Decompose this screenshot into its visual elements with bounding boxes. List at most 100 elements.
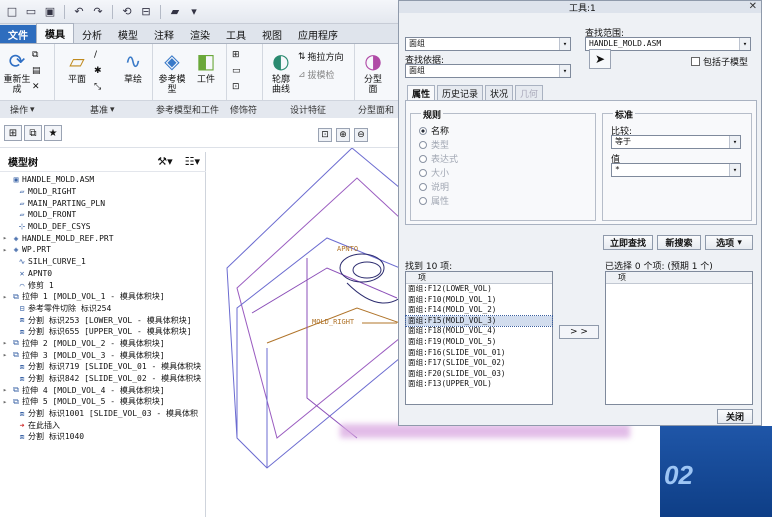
tree-item[interactable]: ⧈ 分割 标识655 [UPPER_VOL - 模具体积块]: [0, 326, 206, 338]
found-list-item[interactable]: 面组:F20(SLIDE_VOL_03): [406, 369, 552, 380]
rule-type-radio[interactable]: 类型: [419, 138, 449, 151]
tab-geometry[interactable]: 几何: [515, 85, 544, 100]
found-list-item[interactable]: 面组:F17(SLIDE_VOL_02): [406, 358, 552, 369]
paste-button[interactable]: ▤: [32, 66, 41, 76]
found-list[interactable]: 项 面组:F12(LOWER_VOL) 面组:F10(MOLD_VOL_1) 面组:…: [405, 271, 553, 405]
expand-arrow-icon[interactable]: ▸: [0, 293, 10, 301]
modifier-button-2[interactable]: ▭: [232, 66, 241, 76]
tree-item[interactable]: ⊟ 参考零件切除 标识254: [0, 303, 206, 315]
expand-arrow-icon[interactable]: ▸: [0, 234, 10, 242]
found-list-item[interactable]: 面组:F14(MOLD_VOL_2): [406, 305, 552, 316]
tab-history[interactable]: 历史记录: [437, 85, 484, 100]
undo-icon[interactable]: ↶: [71, 4, 87, 20]
expand-arrow-icon[interactable]: ▸: [0, 351, 10, 359]
by-select[interactable]: 面组 ▾: [405, 64, 571, 78]
tree-columns-icon[interactable]: ☷▾: [185, 155, 200, 168]
tab-model[interactable]: 模型: [110, 25, 146, 43]
found-list-item[interactable]: 面组:F16(SLIDE_VOL_01): [406, 348, 552, 359]
options-button[interactable]: 选项 ▾: [705, 235, 753, 250]
tree-item[interactable]: ▣ HANDLE_MOLD.ASM: [0, 174, 206, 186]
zoom-out-icon[interactable]: ⊖: [354, 128, 368, 142]
expand-arrow-icon[interactable]: ▸: [0, 246, 10, 254]
profile-curve-button[interactable]: ◐ 轮廓 曲线: [266, 48, 296, 95]
graphics-window[interactable]: APNTO MOLD_RIGHT: [207, 148, 400, 517]
found-list-item[interactable]: 面组:F10(MOLD_VOL_1): [406, 295, 552, 306]
modifier-button-1[interactable]: ⊞: [232, 50, 240, 60]
value-input[interactable]: * ▾: [611, 163, 741, 177]
tree-item[interactable]: ▱ MOLD_RIGHT: [0, 186, 206, 198]
tab-mold[interactable]: 模具: [36, 23, 74, 43]
lookfor-select[interactable]: 面组 ▾: [405, 37, 571, 51]
tab-applications[interactable]: 应用程序: [290, 25, 346, 43]
folder-icon[interactable]: ▰: [167, 4, 183, 20]
regenerate-button[interactable]: ⟳ 重新生 成: [2, 48, 32, 95]
save-icon[interactable]: ▣: [42, 4, 58, 20]
tree-item[interactable]: ▸ ◈ HANDLE_MOLD_REF.PRT: [0, 232, 206, 244]
tree-item[interactable]: ⧈ 分割 标识719 [SLIDE_VOL_01 - 模具体积块: [0, 361, 206, 373]
tree-item[interactable]: ✕ APNT0: [0, 268, 206, 280]
refit-icon[interactable]: ⊡: [318, 128, 332, 142]
tree-item[interactable]: ⧈ 分割 标识253 [LOWER_VOL - 模具体积块]: [0, 314, 206, 326]
tab-analysis[interactable]: 分析: [74, 25, 110, 43]
workpiece-button[interactable]: ◧ 工件: [192, 48, 220, 85]
tab-render[interactable]: 渲染: [182, 25, 218, 43]
compare-select[interactable]: 等于 ▾: [611, 135, 741, 149]
tree-item[interactable]: ➜ 在此插入: [0, 419, 206, 431]
regenerate-icon[interactable]: ⟲: [119, 4, 135, 20]
tree-item[interactable]: ▸ ⧉ 拉伸 3 [MOLD_VOL_3 - 模具体积块]: [0, 349, 206, 361]
expand-arrow-icon[interactable]: ▸: [0, 386, 10, 394]
layers-tab-icon[interactable]: ⧉: [24, 125, 42, 141]
group-operations[interactable]: 操作 ▾: [10, 103, 35, 117]
parting-surface-button[interactable]: ◑ 分型 面: [358, 48, 388, 95]
axis-button[interactable]: /: [94, 50, 97, 60]
redo-icon[interactable]: ↷: [90, 4, 106, 20]
tab-annotate[interactable]: 注释: [146, 25, 182, 43]
windows-icon[interactable]: ⊟: [138, 4, 154, 20]
close-icon[interactable]: ✕: [749, 1, 757, 12]
tab-tools[interactable]: 工具: [218, 25, 254, 43]
zoom-in-icon[interactable]: ⊕: [336, 128, 350, 142]
draft-direction-button[interactable]: ⇅ 拖拉方向: [298, 50, 344, 64]
found-list-item[interactable]: 面组:F19(MOLD_VOL_5): [406, 337, 552, 348]
tree-item[interactable]: ⧈ 分割 标识1001 [SLIDE_VOL_03 - 模具体积: [0, 408, 206, 420]
model-tree-tab-icon[interactable]: ⊞: [4, 125, 22, 141]
rule-attribute-radio[interactable]: 属性: [419, 194, 449, 207]
tab-view[interactable]: 视图: [254, 25, 290, 43]
rule-expression-radio[interactable]: 表达式: [419, 152, 458, 165]
new-icon[interactable]: □: [4, 4, 20, 20]
plane-button[interactable]: ▱ 平面: [60, 48, 94, 85]
tree-item[interactable]: ▱ MOLD_FRONT: [0, 209, 206, 221]
favorites-tab-icon[interactable]: ★: [44, 125, 62, 141]
tree-item[interactable]: ⊹ MOLD_DEF_CSYS: [0, 221, 206, 233]
tree-item[interactable]: ▱ MAIN_PARTING_PLN: [0, 197, 206, 209]
expand-arrow-icon[interactable]: ▸: [0, 339, 10, 347]
tree-settings-icon[interactable]: ⚒▾: [157, 155, 172, 168]
rule-description-radio[interactable]: 说明: [419, 180, 449, 193]
found-list-item[interactable]: 面组:F12(LOWER_VOL): [406, 284, 552, 295]
find-now-button[interactable]: 立即查找: [603, 235, 653, 250]
close-button[interactable]: 关闭: [717, 409, 753, 424]
open-icon[interactable]: ▭: [23, 4, 39, 20]
rule-name-radio[interactable]: 名称: [419, 124, 449, 137]
tab-file[interactable]: 文件: [0, 25, 36, 43]
chevron-down-icon[interactable]: ▾: [186, 4, 202, 20]
tree-item[interactable]: ⌒ 修剪 1: [0, 279, 206, 291]
tree-item[interactable]: ⧈ 分割 标识1040: [0, 431, 206, 443]
new-search-button[interactable]: 新搜索: [657, 235, 701, 250]
sketch-button[interactable]: ∿ 草绘: [118, 48, 148, 85]
delete-button[interactable]: ✕: [32, 82, 40, 92]
reference-model-button[interactable]: ◈ 参考模 型: [156, 48, 188, 95]
tree-item[interactable]: ⧈ 分割 标识842 [SLIDE_VOL_02 - 模具体积块: [0, 373, 206, 385]
found-list-item[interactable]: 面组:F18(MOLD_VOL_4): [406, 326, 552, 337]
tree-item[interactable]: ▸ ⧉ 拉伸 2 [MOLD_VOL_2 - 模具体积块]: [0, 338, 206, 350]
copy-button[interactable]: ⧉: [32, 50, 38, 60]
tree-item[interactable]: ▸ ⧉ 拉伸 4 [MOLD_VOL_4 - 模具体积块]: [0, 384, 206, 396]
add-selected-button[interactable]: > >: [559, 325, 599, 339]
tab-status[interactable]: 状况: [485, 85, 514, 100]
rule-size-radio[interactable]: 大小: [419, 166, 449, 179]
tree-item[interactable]: ∿ SILH_CURVE_1: [0, 256, 206, 268]
draft-check-button[interactable]: ⊿ 拔模检: [298, 68, 335, 82]
tree-item[interactable]: ▸ ⧉ 拉伸 1 [MOLD_VOL_1 - 模具体积块]: [0, 291, 206, 303]
tree-item[interactable]: ▸ ◈ WP.PRT: [0, 244, 206, 256]
tree-item[interactable]: ▸ ⧉ 拉伸 5 [MOLD_VOL_5 - 模具体积块]: [0, 396, 206, 408]
